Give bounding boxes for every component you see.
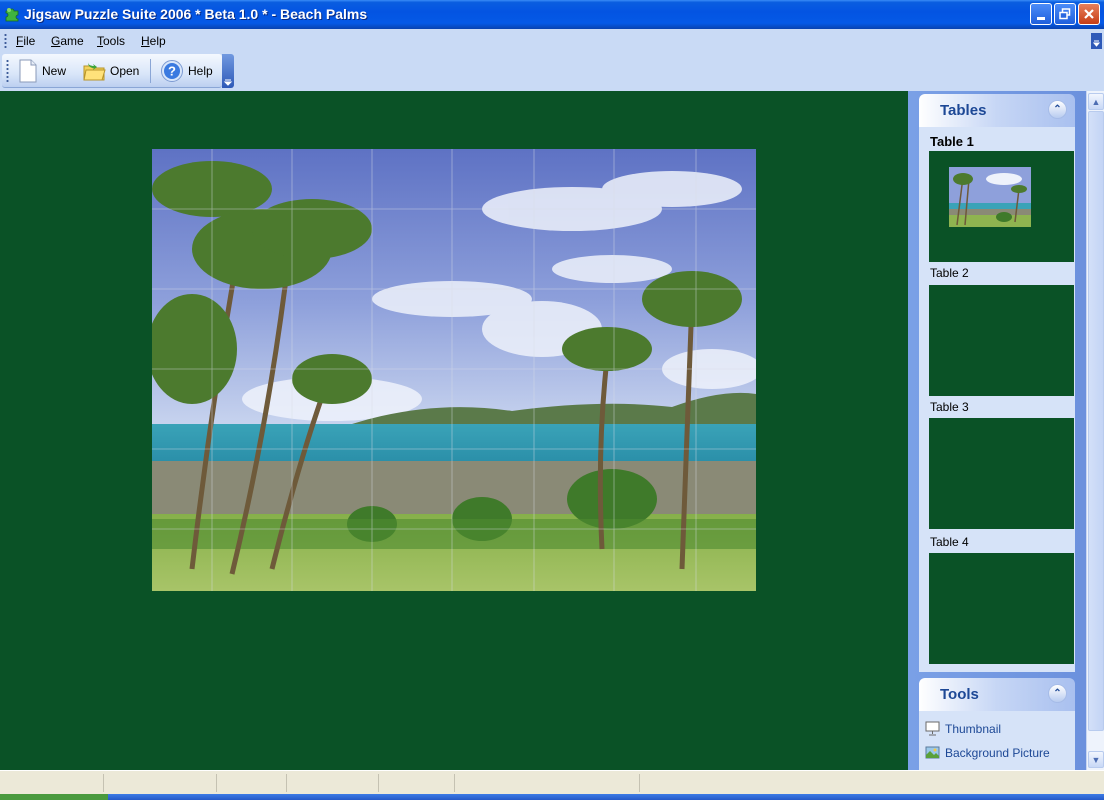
tables-collapse-button[interactable]: ⌃ [1048,100,1067,119]
new-document-icon [19,59,37,83]
task-pane-scrollbar[interactable]: ▲ ▼ [1086,91,1104,770]
menu-game-label: ame [60,34,84,48]
table-3-label[interactable]: Table 3 [930,400,969,414]
menu-help-label: elp [149,34,166,48]
tool-background-picture[interactable]: Background Picture [925,745,1050,760]
start-button[interactable] [0,794,108,800]
table-2-thumbnail[interactable] [929,285,1074,396]
scroll-down-button[interactable]: ▼ [1088,751,1104,768]
toolbar: New Open ? Help [2,54,222,88]
title-bar[interactable]: Jigsaw Puzzle Suite 2006 * Beta 1.0 * - … [0,0,1104,29]
reef [152,461,756,516]
menu-bar: File Game Tools Help [0,29,1104,53]
toolbar-grip[interactable] [6,59,9,83]
tools-group-body: Thumbnail Background Picture [919,711,1075,770]
table-4-thumbnail[interactable] [929,553,1074,664]
scroll-thumb[interactable] [1088,111,1104,731]
menubar-grip[interactable] [4,33,7,49]
open-button[interactable]: Open [82,57,139,85]
status-pane [104,774,217,792]
table-1-puzzle-preview [949,167,1031,227]
menu-tools[interactable]: Tools [97,34,125,48]
svg-text:?: ? [168,64,176,79]
thumbnail-icon [925,721,940,736]
table-3-thumbnail[interactable] [929,418,1074,529]
restore-button[interactable] [1054,3,1076,25]
menu-tools-label: ools [103,34,126,48]
sea [152,424,756,464]
puzzle-table[interactable] [0,91,908,770]
os-taskbar [0,794,1104,800]
open-button-label: Open [110,64,140,78]
chevron-double-up-icon: ⌃ [1053,688,1062,699]
status-bar [0,770,1104,794]
status-pane [379,774,455,792]
tool-thumbnail[interactable]: Thumbnail [925,721,1001,736]
close-icon [1084,9,1094,19]
help-button-label: Help [188,64,213,78]
puzzle-board[interactable] [152,149,756,591]
minimize-icon [1037,16,1045,20]
toolbar-separator [150,59,151,83]
tool-background-picture-label: Background Picture [945,745,1050,760]
restore-icon [1059,8,1071,20]
tool-thumbnail-label: Thumbnail [945,721,1002,736]
status-pane [0,774,104,792]
window-title: Jigsaw Puzzle Suite 2006 * Beta 1.0 * - … [24,6,368,22]
close-button[interactable] [1078,3,1100,25]
tools-collapse-button[interactable]: ⌃ [1048,684,1067,703]
chevron-down-icon [1092,40,1101,47]
open-folder-icon [83,62,106,81]
tools-group-header[interactable]: Tools ⌃ [919,678,1075,711]
toolbar-overflow-button[interactable] [222,54,234,88]
toolbar-area: New Open ? Help [0,53,1104,91]
chevron-down-icon: ▼ [1091,754,1101,765]
menu-help[interactable]: Help [141,34,166,48]
status-pane [455,774,640,792]
menu-game[interactable]: Game [51,34,84,48]
menu-help-accel: H [141,34,150,48]
puzzle-image[interactable] [152,149,756,591]
table-1-thumbnail[interactable] [929,151,1074,262]
table-2-label[interactable]: Table 2 [930,266,969,280]
status-pane [287,774,379,792]
tools-group-title: Tools [940,686,979,703]
scroll-up-button[interactable]: ▲ [1088,93,1104,110]
background-picture-icon [925,746,940,759]
table-4-label[interactable]: Table 4 [930,535,969,549]
chevron-double-up-icon: ⌃ [1053,104,1062,115]
puzzle-piece-icon [5,8,19,22]
chevron-down-icon [223,79,233,86]
task-pane: Tables ⌃ Table 1 Table 2 Table 3 Table 4 [908,91,1104,770]
chevron-up-icon: ▲ [1091,96,1101,107]
menu-file[interactable]: File [16,34,35,48]
status-pane [217,774,287,792]
help-icon: ? [161,60,183,82]
table-1-label[interactable]: Table 1 [930,134,974,149]
menubar-overflow-button[interactable] [1091,33,1102,49]
tables-group-title: Tables [940,102,987,119]
new-button-label: New [42,64,67,78]
help-button[interactable]: ? Help [160,57,213,85]
menu-file-label: ile [23,34,36,48]
menu-game-accel: G [51,34,61,48]
new-button[interactable]: New [18,57,66,85]
minimize-button[interactable] [1030,3,1052,25]
tables-group-header[interactable]: Tables ⌃ [919,94,1075,127]
tables-group-body: Table 1 Table 2 Table 3 Table 4 [919,127,1075,672]
